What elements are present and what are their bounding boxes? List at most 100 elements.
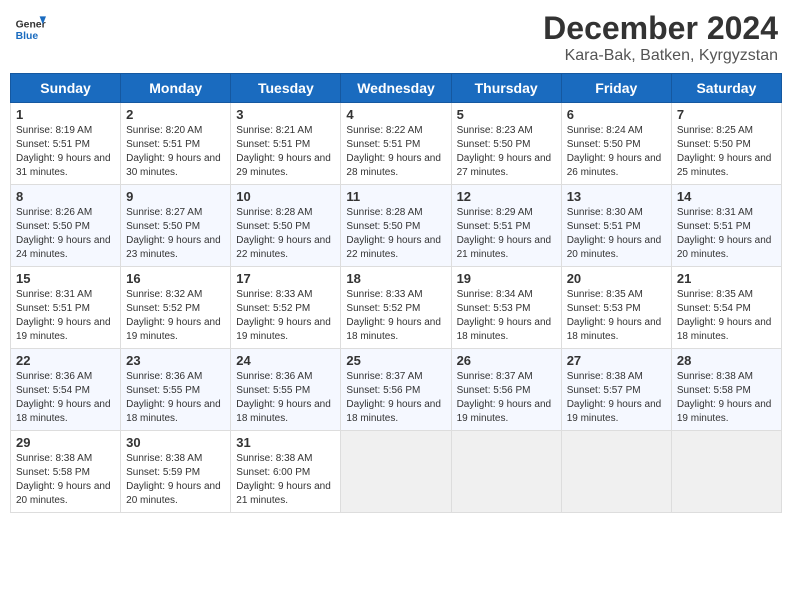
day-number: 2: [126, 107, 225, 122]
day-info: Sunrise: 8:21 AMSunset: 5:51 PMDaylight:…: [236, 124, 335, 180]
day-number: 1: [16, 107, 115, 122]
weekday-header-tuesday: Tuesday: [231, 74, 341, 103]
day-cell-5: 5 Sunrise: 8:23 AMSunset: 5:50 PMDayligh…: [451, 103, 561, 185]
day-cell-9: 9 Sunrise: 8:27 AMSunset: 5:50 PMDayligh…: [121, 185, 231, 267]
weekday-header-sunday: Sunday: [11, 74, 121, 103]
day-cell-2: 2 Sunrise: 8:20 AMSunset: 5:51 PMDayligh…: [121, 103, 231, 185]
day-info: Sunrise: 8:27 AMSunset: 5:50 PMDaylight:…: [126, 206, 225, 262]
day-number: 5: [457, 107, 556, 122]
month-title: December 2024: [543, 10, 778, 47]
day-info: Sunrise: 8:38 AMSunset: 5:59 PMDaylight:…: [126, 452, 225, 508]
empty-cell: [451, 431, 561, 513]
day-info: Sunrise: 8:38 AMSunset: 5:58 PMDaylight:…: [677, 370, 776, 426]
page-header: General Blue December 2024 Kara-Bak, Bat…: [10, 10, 782, 65]
day-number: 13: [567, 189, 666, 204]
day-info: Sunrise: 8:36 AMSunset: 5:55 PMDaylight:…: [126, 370, 225, 426]
day-info: Sunrise: 8:22 AMSunset: 5:51 PMDaylight:…: [346, 124, 445, 180]
day-cell-8: 8 Sunrise: 8:26 AMSunset: 5:50 PMDayligh…: [11, 185, 121, 267]
location-title: Kara-Bak, Batken, Kyrgyzstan: [543, 47, 778, 65]
day-info: Sunrise: 8:38 AMSunset: 5:57 PMDaylight:…: [567, 370, 666, 426]
day-cell-31: 31 Sunrise: 8:38 AMSunset: 6:00 PMDaylig…: [231, 431, 341, 513]
calendar-week-3: 15 Sunrise: 8:31 AMSunset: 5:51 PMDaylig…: [11, 267, 782, 349]
day-cell-6: 6 Sunrise: 8:24 AMSunset: 5:50 PMDayligh…: [561, 103, 671, 185]
day-number: 7: [677, 107, 776, 122]
day-info: Sunrise: 8:28 AMSunset: 5:50 PMDaylight:…: [346, 206, 445, 262]
weekday-header-monday: Monday: [121, 74, 231, 103]
day-info: Sunrise: 8:20 AMSunset: 5:51 PMDaylight:…: [126, 124, 225, 180]
day-cell-28: 28 Sunrise: 8:38 AMSunset: 5:58 PMDaylig…: [671, 349, 781, 431]
day-number: 18: [346, 271, 445, 286]
day-cell-12: 12 Sunrise: 8:29 AMSunset: 5:51 PMDaylig…: [451, 185, 561, 267]
day-cell-1: 1 Sunrise: 8:19 AMSunset: 5:51 PMDayligh…: [11, 103, 121, 185]
day-info: Sunrise: 8:33 AMSunset: 5:52 PMDaylight:…: [236, 288, 335, 344]
empty-cell: [561, 431, 671, 513]
day-number: 30: [126, 435, 225, 450]
day-info: Sunrise: 8:31 AMSunset: 5:51 PMDaylight:…: [16, 288, 115, 344]
day-cell-21: 21 Sunrise: 8:35 AMSunset: 5:54 PMDaylig…: [671, 267, 781, 349]
logo-icon: General Blue: [14, 10, 46, 42]
day-number: 21: [677, 271, 776, 286]
day-info: Sunrise: 8:30 AMSunset: 5:51 PMDaylight:…: [567, 206, 666, 262]
day-cell-7: 7 Sunrise: 8:25 AMSunset: 5:50 PMDayligh…: [671, 103, 781, 185]
calendar-week-5: 29 Sunrise: 8:38 AMSunset: 5:58 PMDaylig…: [11, 431, 782, 513]
day-info: Sunrise: 8:25 AMSunset: 5:50 PMDaylight:…: [677, 124, 776, 180]
svg-text:Blue: Blue: [16, 31, 39, 42]
day-number: 10: [236, 189, 335, 204]
day-info: Sunrise: 8:37 AMSunset: 5:56 PMDaylight:…: [457, 370, 556, 426]
empty-cell: [341, 431, 451, 513]
weekday-header-friday: Friday: [561, 74, 671, 103]
day-number: 3: [236, 107, 335, 122]
day-number: 15: [16, 271, 115, 286]
day-info: Sunrise: 8:35 AMSunset: 5:53 PMDaylight:…: [567, 288, 666, 344]
day-cell-4: 4 Sunrise: 8:22 AMSunset: 5:51 PMDayligh…: [341, 103, 451, 185]
day-number: 6: [567, 107, 666, 122]
day-number: 20: [567, 271, 666, 286]
day-info: Sunrise: 8:26 AMSunset: 5:50 PMDaylight:…: [16, 206, 115, 262]
day-number: 26: [457, 353, 556, 368]
day-cell-29: 29 Sunrise: 8:38 AMSunset: 5:58 PMDaylig…: [11, 431, 121, 513]
day-info: Sunrise: 8:23 AMSunset: 5:50 PMDaylight:…: [457, 124, 556, 180]
day-cell-17: 17 Sunrise: 8:33 AMSunset: 5:52 PMDaylig…: [231, 267, 341, 349]
title-area: December 2024 Kara-Bak, Batken, Kyrgyzst…: [543, 10, 778, 65]
day-number: 23: [126, 353, 225, 368]
calendar-week-2: 8 Sunrise: 8:26 AMSunset: 5:50 PMDayligh…: [11, 185, 782, 267]
day-number: 12: [457, 189, 556, 204]
day-cell-23: 23 Sunrise: 8:36 AMSunset: 5:55 PMDaylig…: [121, 349, 231, 431]
calendar-table: SundayMondayTuesdayWednesdayThursdayFrid…: [10, 73, 782, 513]
day-number: 31: [236, 435, 335, 450]
calendar-body: 1 Sunrise: 8:19 AMSunset: 5:51 PMDayligh…: [11, 103, 782, 513]
day-number: 29: [16, 435, 115, 450]
day-info: Sunrise: 8:24 AMSunset: 5:50 PMDaylight:…: [567, 124, 666, 180]
logo: General Blue: [14, 10, 46, 42]
day-cell-14: 14 Sunrise: 8:31 AMSunset: 5:51 PMDaylig…: [671, 185, 781, 267]
empty-cell: [671, 431, 781, 513]
day-number: 9: [126, 189, 225, 204]
day-cell-16: 16 Sunrise: 8:32 AMSunset: 5:52 PMDaylig…: [121, 267, 231, 349]
day-number: 17: [236, 271, 335, 286]
day-cell-26: 26 Sunrise: 8:37 AMSunset: 5:56 PMDaylig…: [451, 349, 561, 431]
svg-text:General: General: [16, 20, 46, 31]
day-cell-15: 15 Sunrise: 8:31 AMSunset: 5:51 PMDaylig…: [11, 267, 121, 349]
weekday-header-saturday: Saturday: [671, 74, 781, 103]
day-cell-27: 27 Sunrise: 8:38 AMSunset: 5:57 PMDaylig…: [561, 349, 671, 431]
weekday-header-wednesday: Wednesday: [341, 74, 451, 103]
day-number: 25: [346, 353, 445, 368]
day-info: Sunrise: 8:38 AMSunset: 5:58 PMDaylight:…: [16, 452, 115, 508]
day-cell-20: 20 Sunrise: 8:35 AMSunset: 5:53 PMDaylig…: [561, 267, 671, 349]
weekday-header-row: SundayMondayTuesdayWednesdayThursdayFrid…: [11, 74, 782, 103]
day-info: Sunrise: 8:32 AMSunset: 5:52 PMDaylight:…: [126, 288, 225, 344]
day-cell-13: 13 Sunrise: 8:30 AMSunset: 5:51 PMDaylig…: [561, 185, 671, 267]
day-cell-3: 3 Sunrise: 8:21 AMSunset: 5:51 PMDayligh…: [231, 103, 341, 185]
day-number: 11: [346, 189, 445, 204]
day-cell-11: 11 Sunrise: 8:28 AMSunset: 5:50 PMDaylig…: [341, 185, 451, 267]
day-cell-10: 10 Sunrise: 8:28 AMSunset: 5:50 PMDaylig…: [231, 185, 341, 267]
day-info: Sunrise: 8:33 AMSunset: 5:52 PMDaylight:…: [346, 288, 445, 344]
day-info: Sunrise: 8:37 AMSunset: 5:56 PMDaylight:…: [346, 370, 445, 426]
day-info: Sunrise: 8:34 AMSunset: 5:53 PMDaylight:…: [457, 288, 556, 344]
day-cell-25: 25 Sunrise: 8:37 AMSunset: 5:56 PMDaylig…: [341, 349, 451, 431]
calendar-week-1: 1 Sunrise: 8:19 AMSunset: 5:51 PMDayligh…: [11, 103, 782, 185]
day-number: 16: [126, 271, 225, 286]
day-info: Sunrise: 8:29 AMSunset: 5:51 PMDaylight:…: [457, 206, 556, 262]
day-cell-24: 24 Sunrise: 8:36 AMSunset: 5:55 PMDaylig…: [231, 349, 341, 431]
day-number: 22: [16, 353, 115, 368]
